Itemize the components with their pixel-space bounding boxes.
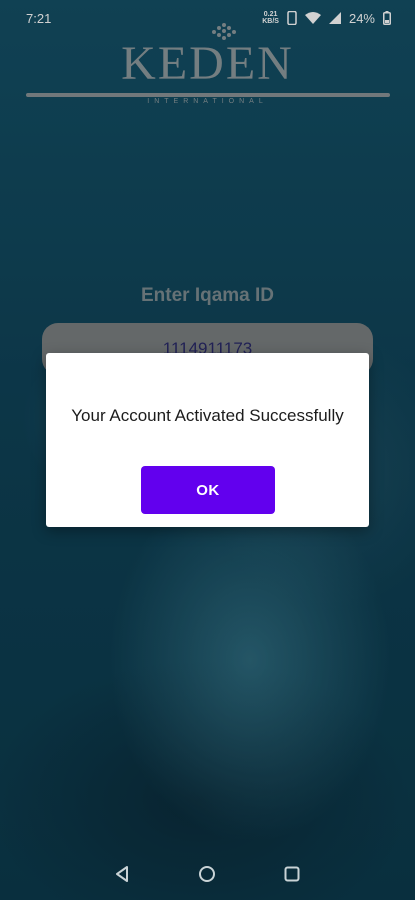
ok-button[interactable]: OK [141,466,275,514]
activation-dialog: Your Account Activated Successfully OK [46,353,369,527]
dialog-message: Your Account Activated Successfully [71,406,344,425]
navigation-bar [0,850,415,896]
back-icon[interactable] [110,862,134,886]
recents-icon[interactable] [280,862,304,886]
home-icon[interactable] [195,862,219,886]
